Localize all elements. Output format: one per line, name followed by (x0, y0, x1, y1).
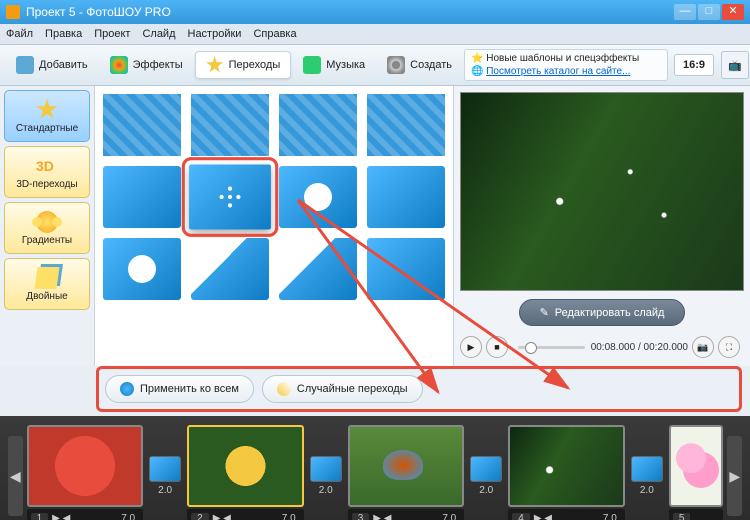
menu-settings[interactable]: Настройки (188, 28, 242, 40)
menubar: Файл Правка Проект Слайд Настройки Справ… (0, 24, 750, 45)
timeline-slide[interactable]: 4▶ ◀7.0 (508, 425, 625, 520)
transition-thumb[interactable] (103, 238, 181, 300)
transition-chip-icon (631, 456, 663, 482)
transition-chip[interactable]: 2.0 (149, 456, 181, 496)
timeline-next[interactable]: ▶ (727, 436, 742, 516)
transition-thumb[interactable] (103, 94, 181, 156)
news-box: ⭐ Новые шаблоны и спецэффекты 🌐 Посмотре… (464, 49, 668, 81)
menu-project[interactable]: Проект (94, 28, 130, 40)
app-icon (6, 5, 20, 19)
transition-chip-icon (310, 456, 342, 482)
minimize-button[interactable]: — (674, 4, 696, 20)
gradient-icon (36, 211, 58, 233)
transition-chip[interactable]: 2.0 (631, 456, 663, 496)
transition-chip[interactable]: 2.0 (470, 456, 502, 496)
playback-controls: ▶ ■ 00:08.000 / 00:20.000 📷 ⛶ (460, 334, 744, 360)
close-button[interactable]: ✕ (722, 4, 744, 20)
camera-icon (16, 56, 34, 74)
timeline-slide[interactable]: 3▶ ◀7.0 (348, 425, 465, 520)
3d-icon: 3D (36, 155, 58, 177)
stop-button[interactable]: ■ (486, 336, 508, 358)
edit-slide-button[interactable]: Редактировать слайд (519, 299, 686, 326)
wand-icon (277, 382, 291, 396)
effects-button[interactable]: Эффекты (100, 52, 193, 78)
window-title: Проект 5 - ФотоШОУ PRO (26, 5, 171, 19)
star-icon (206, 56, 224, 74)
timeline-slide[interactable]: 5 (669, 425, 724, 520)
snapshot-button[interactable]: 📷 (692, 336, 714, 358)
music-icon (303, 56, 321, 74)
timecode: 00:08.000 / 00:20.000 (591, 342, 688, 353)
menu-edit[interactable]: Правка (45, 28, 82, 40)
transition-thumb[interactable] (103, 166, 181, 228)
main-toolbar: Добавить Эффекты Переходы Музыка Создать… (0, 45, 750, 86)
transitions-grid (95, 86, 453, 366)
aspect-ratio-button[interactable]: 16:9 (674, 54, 714, 76)
transition-chip-icon (149, 456, 181, 482)
transition-thumb[interactable] (279, 238, 357, 300)
preview-image (460, 92, 744, 291)
transition-chip[interactable]: 2.0 (310, 456, 342, 496)
create-button[interactable]: Создать (377, 52, 462, 78)
transition-thumb-selected[interactable] (189, 164, 271, 229)
timeline-slide[interactable]: 2▶ ◀7.0 (187, 425, 304, 520)
category-double[interactable]: Двойные (4, 258, 90, 310)
transition-thumb[interactable] (367, 238, 445, 300)
slide-thumb (348, 425, 465, 507)
category-sidebar: Стандартные 3D3D-переходы Градиенты Двой… (0, 86, 95, 366)
apply-all-button[interactable]: Применить ко всем (105, 375, 254, 403)
menu-help[interactable]: Справка (253, 28, 296, 40)
transition-thumb[interactable] (191, 238, 269, 300)
palette-icon (110, 56, 128, 74)
random-transitions-button[interactable]: Случайные переходы (262, 375, 423, 403)
menu-file[interactable]: Файл (6, 28, 33, 40)
transition-thumb[interactable] (279, 166, 357, 228)
titlebar: Проект 5 - ФотоШОУ PRO — □ ✕ (0, 0, 750, 24)
play-button[interactable]: ▶ (460, 336, 482, 358)
music-button[interactable]: Музыка (293, 52, 375, 78)
slide-thumb (187, 425, 304, 507)
category-standard[interactable]: Стандартные (4, 90, 90, 142)
add-button[interactable]: Добавить (6, 52, 98, 78)
transition-thumb[interactable] (191, 94, 269, 156)
tv-button[interactable]: 📺 (721, 51, 749, 79)
news-link[interactable]: Посмотреть каталог на сайте... (486, 66, 630, 77)
transition-thumb[interactable] (367, 166, 445, 228)
transition-thumb[interactable] (279, 94, 357, 156)
transition-actions: Применить ко всем Случайные переходы (96, 366, 742, 412)
double-icon (34, 267, 59, 289)
category-gradients[interactable]: Градиенты (4, 202, 90, 254)
transition-chip-icon (470, 456, 502, 482)
slide-thumb (27, 425, 144, 507)
menu-slide[interactable]: Слайд (142, 28, 175, 40)
slide-thumb (669, 425, 724, 507)
timeline-prev[interactable]: ◀ (8, 436, 23, 516)
maximize-button[interactable]: □ (698, 4, 720, 20)
preview-panel: Редактировать слайд ▶ ■ 00:08.000 / 00:2… (453, 86, 750, 366)
transition-thumb[interactable] (367, 94, 445, 156)
slide-thumb (508, 425, 625, 507)
globe-icon (120, 382, 134, 396)
timeline-slide[interactable]: 1▶ ◀7.0 (27, 425, 144, 520)
timeline: ◀ 1▶ ◀7.0 2.0 2▶ ◀7.0 2.0 3▶ ◀7.0 2.0 4▶… (0, 416, 750, 520)
star-icon (36, 99, 58, 121)
fullscreen-button[interactable]: ⛶ (718, 336, 740, 358)
transitions-button[interactable]: Переходы (195, 51, 292, 79)
seek-bar[interactable] (518, 346, 585, 349)
category-3d[interactable]: 3D3D-переходы (4, 146, 90, 198)
disc-icon (387, 56, 405, 74)
